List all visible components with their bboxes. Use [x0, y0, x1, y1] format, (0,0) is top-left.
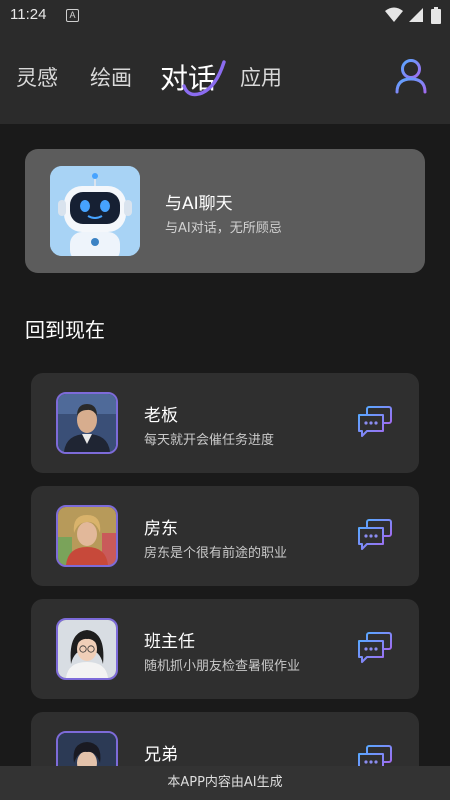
list-item[interactable]: 班主任 随机抓小朋友检查暑假作业 [31, 599, 419, 699]
status-time: 11:24 [10, 6, 47, 23]
top-navigation: 灵感 绘画 对话 应用 [0, 32, 450, 124]
tab-drawing[interactable]: 绘画 [90, 62, 132, 92]
feature-subtitle: 与AI对话，无所顾忌 [165, 221, 282, 236]
character-description: 房东是个很有前途的职业 [144, 546, 288, 561]
status-bar: 11:24 A [0, 0, 450, 32]
robot-avatar [50, 166, 140, 256]
avatar [56, 505, 118, 567]
avatar [56, 618, 118, 680]
list-item[interactable]: 老板 每天就开会催任务进度 [31, 373, 419, 473]
chat-bubbles-icon[interactable] [357, 631, 393, 665]
signal-icon [409, 8, 423, 22]
tab-apps[interactable]: 应用 [240, 62, 282, 92]
chat-bubbles-icon[interactable] [357, 405, 393, 439]
user-icon[interactable] [394, 58, 428, 94]
wifi-icon [385, 7, 403, 22]
ai-disclaimer-footer: 本APP内容由AI生成 [0, 766, 450, 800]
character-name: 房东 [144, 519, 178, 539]
feature-title: 与AI聊天 [165, 194, 233, 214]
character-name: 兄弟 [144, 745, 178, 765]
section-title: 回到现在 [25, 318, 105, 342]
active-tab-indicator [182, 60, 226, 97]
tab-inspiration[interactable]: 灵感 [16, 62, 58, 92]
avatar [56, 392, 118, 454]
character-description: 随机抓小朋友检查暑假作业 [144, 659, 301, 674]
ai-chat-card[interactable]: 与AI聊天 与AI对话，无所顾忌 [25, 149, 425, 273]
character-description: 每天就开会催任务进度 [144, 433, 275, 448]
notification-icon: A [66, 9, 79, 22]
character-name: 班主任 [144, 632, 195, 652]
list-item[interactable]: 房东 房东是个很有前途的职业 [31, 486, 419, 586]
chat-bubbles-icon[interactable] [357, 518, 393, 552]
character-name: 老板 [144, 406, 178, 426]
battery-icon [431, 7, 441, 24]
